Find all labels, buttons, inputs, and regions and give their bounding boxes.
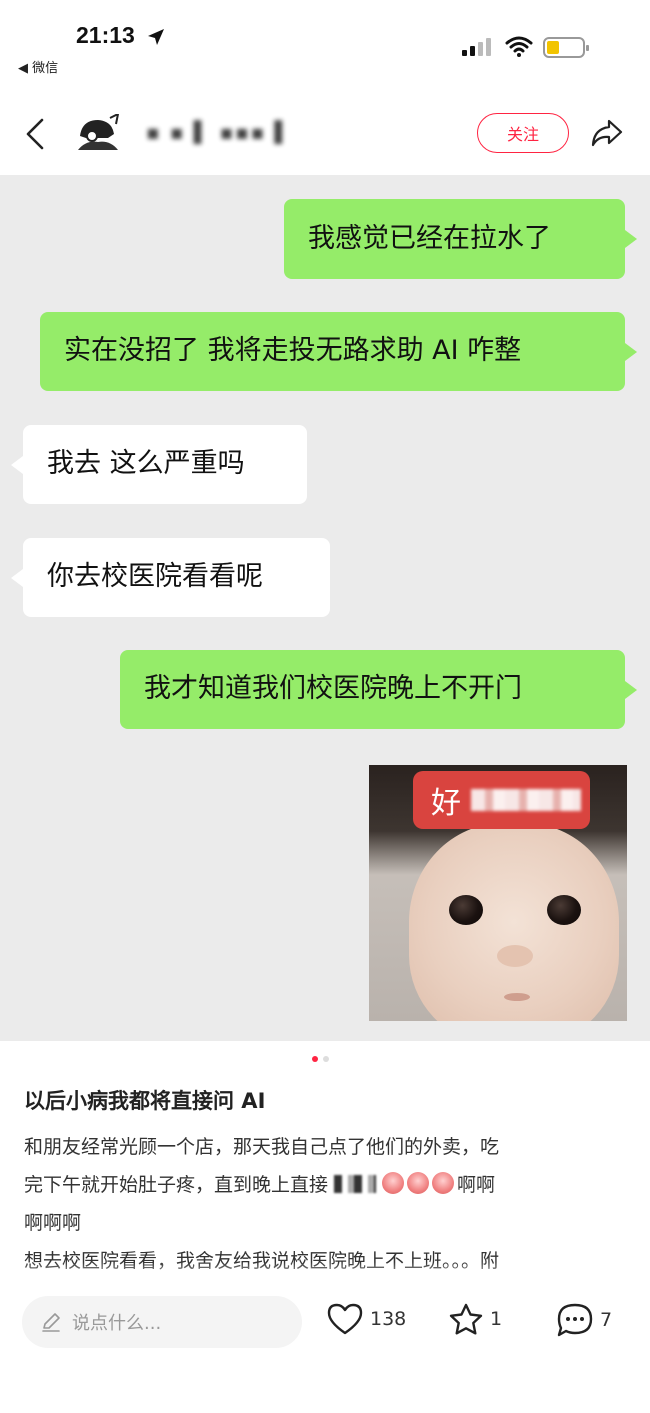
author-name[interactable]: ▪ ▪ ▌ ▪▪▪ ▌: [146, 120, 292, 144]
note-body: 和朋友经常光顾一个店，那天我自己点了他们的外卖，吃 完下午就开始肚子疼，直到晚上…: [24, 1136, 500, 1272]
text-fade: [0, 1262, 650, 1286]
follow-button[interactable]: 关注: [477, 113, 569, 153]
sticker-caption: 好: [413, 771, 590, 829]
location-arrow-icon: [148, 29, 164, 45]
scream-emoji-icon: [407, 1172, 430, 1194]
heart-icon: [327, 1303, 363, 1335]
chat-bubble-sent: 我感觉已经在拉水了: [284, 199, 637, 279]
like-button[interactable]: 138: [326, 1302, 406, 1336]
scream-emoji-icon: [382, 1172, 405, 1194]
page-dot-active: [312, 1056, 318, 1062]
star-icon: [449, 1303, 483, 1335]
signal-icon: [462, 38, 491, 56]
page-dot[interactable]: [323, 1056, 329, 1062]
comment-button[interactable]: 7: [556, 1302, 612, 1338]
bottom-action-bar: 说点什么... 138 1 7: [0, 1286, 650, 1413]
comment-bubble-icon: [557, 1303, 593, 1337]
battery-icon: [543, 37, 589, 58]
note-title: 以后小病我都将直接问 AI: [24, 1089, 266, 1113]
chat-bubble-sent: 实在没招了 我将走投无路求助 AI 咋整: [40, 312, 637, 391]
share-icon[interactable]: [590, 116, 624, 150]
chat-bubble-received: 我去 这么严重吗: [11, 425, 307, 504]
chat-bubble-sent: 我才知道我们校医院晚上不开门: [120, 650, 637, 729]
chat-bubble-received: 你去校医院看看呢: [11, 538, 330, 617]
pencil-icon: [42, 1313, 60, 1332]
back-arrow-icon[interactable]: [22, 117, 48, 151]
image-pagination: [312, 1056, 329, 1062]
wifi-icon: [505, 36, 533, 57]
scream-emoji-icon: [432, 1172, 455, 1194]
status-time: 21:13: [76, 22, 135, 48]
note-header: ▪ ▪ ▌ ▪▪▪ ▌ 关注: [0, 100, 650, 170]
comment-input[interactable]: 说点什么...: [22, 1296, 302, 1348]
status-bar: 21:13 ◀ 微信: [0, 0, 650, 90]
favorite-button[interactable]: 1: [448, 1302, 502, 1336]
censored-text: [334, 1175, 377, 1193]
back-to-wechat-link[interactable]: ◀ 微信: [18, 57, 58, 76]
baby-sticker-image: 好: [369, 765, 627, 1021]
avatar[interactable]: [72, 114, 122, 154]
note-image[interactable]: 我感觉已经在拉水了 实在没招了 我将走投无路求助 AI 咋整 我去 这么严重吗 …: [0, 175, 650, 1041]
